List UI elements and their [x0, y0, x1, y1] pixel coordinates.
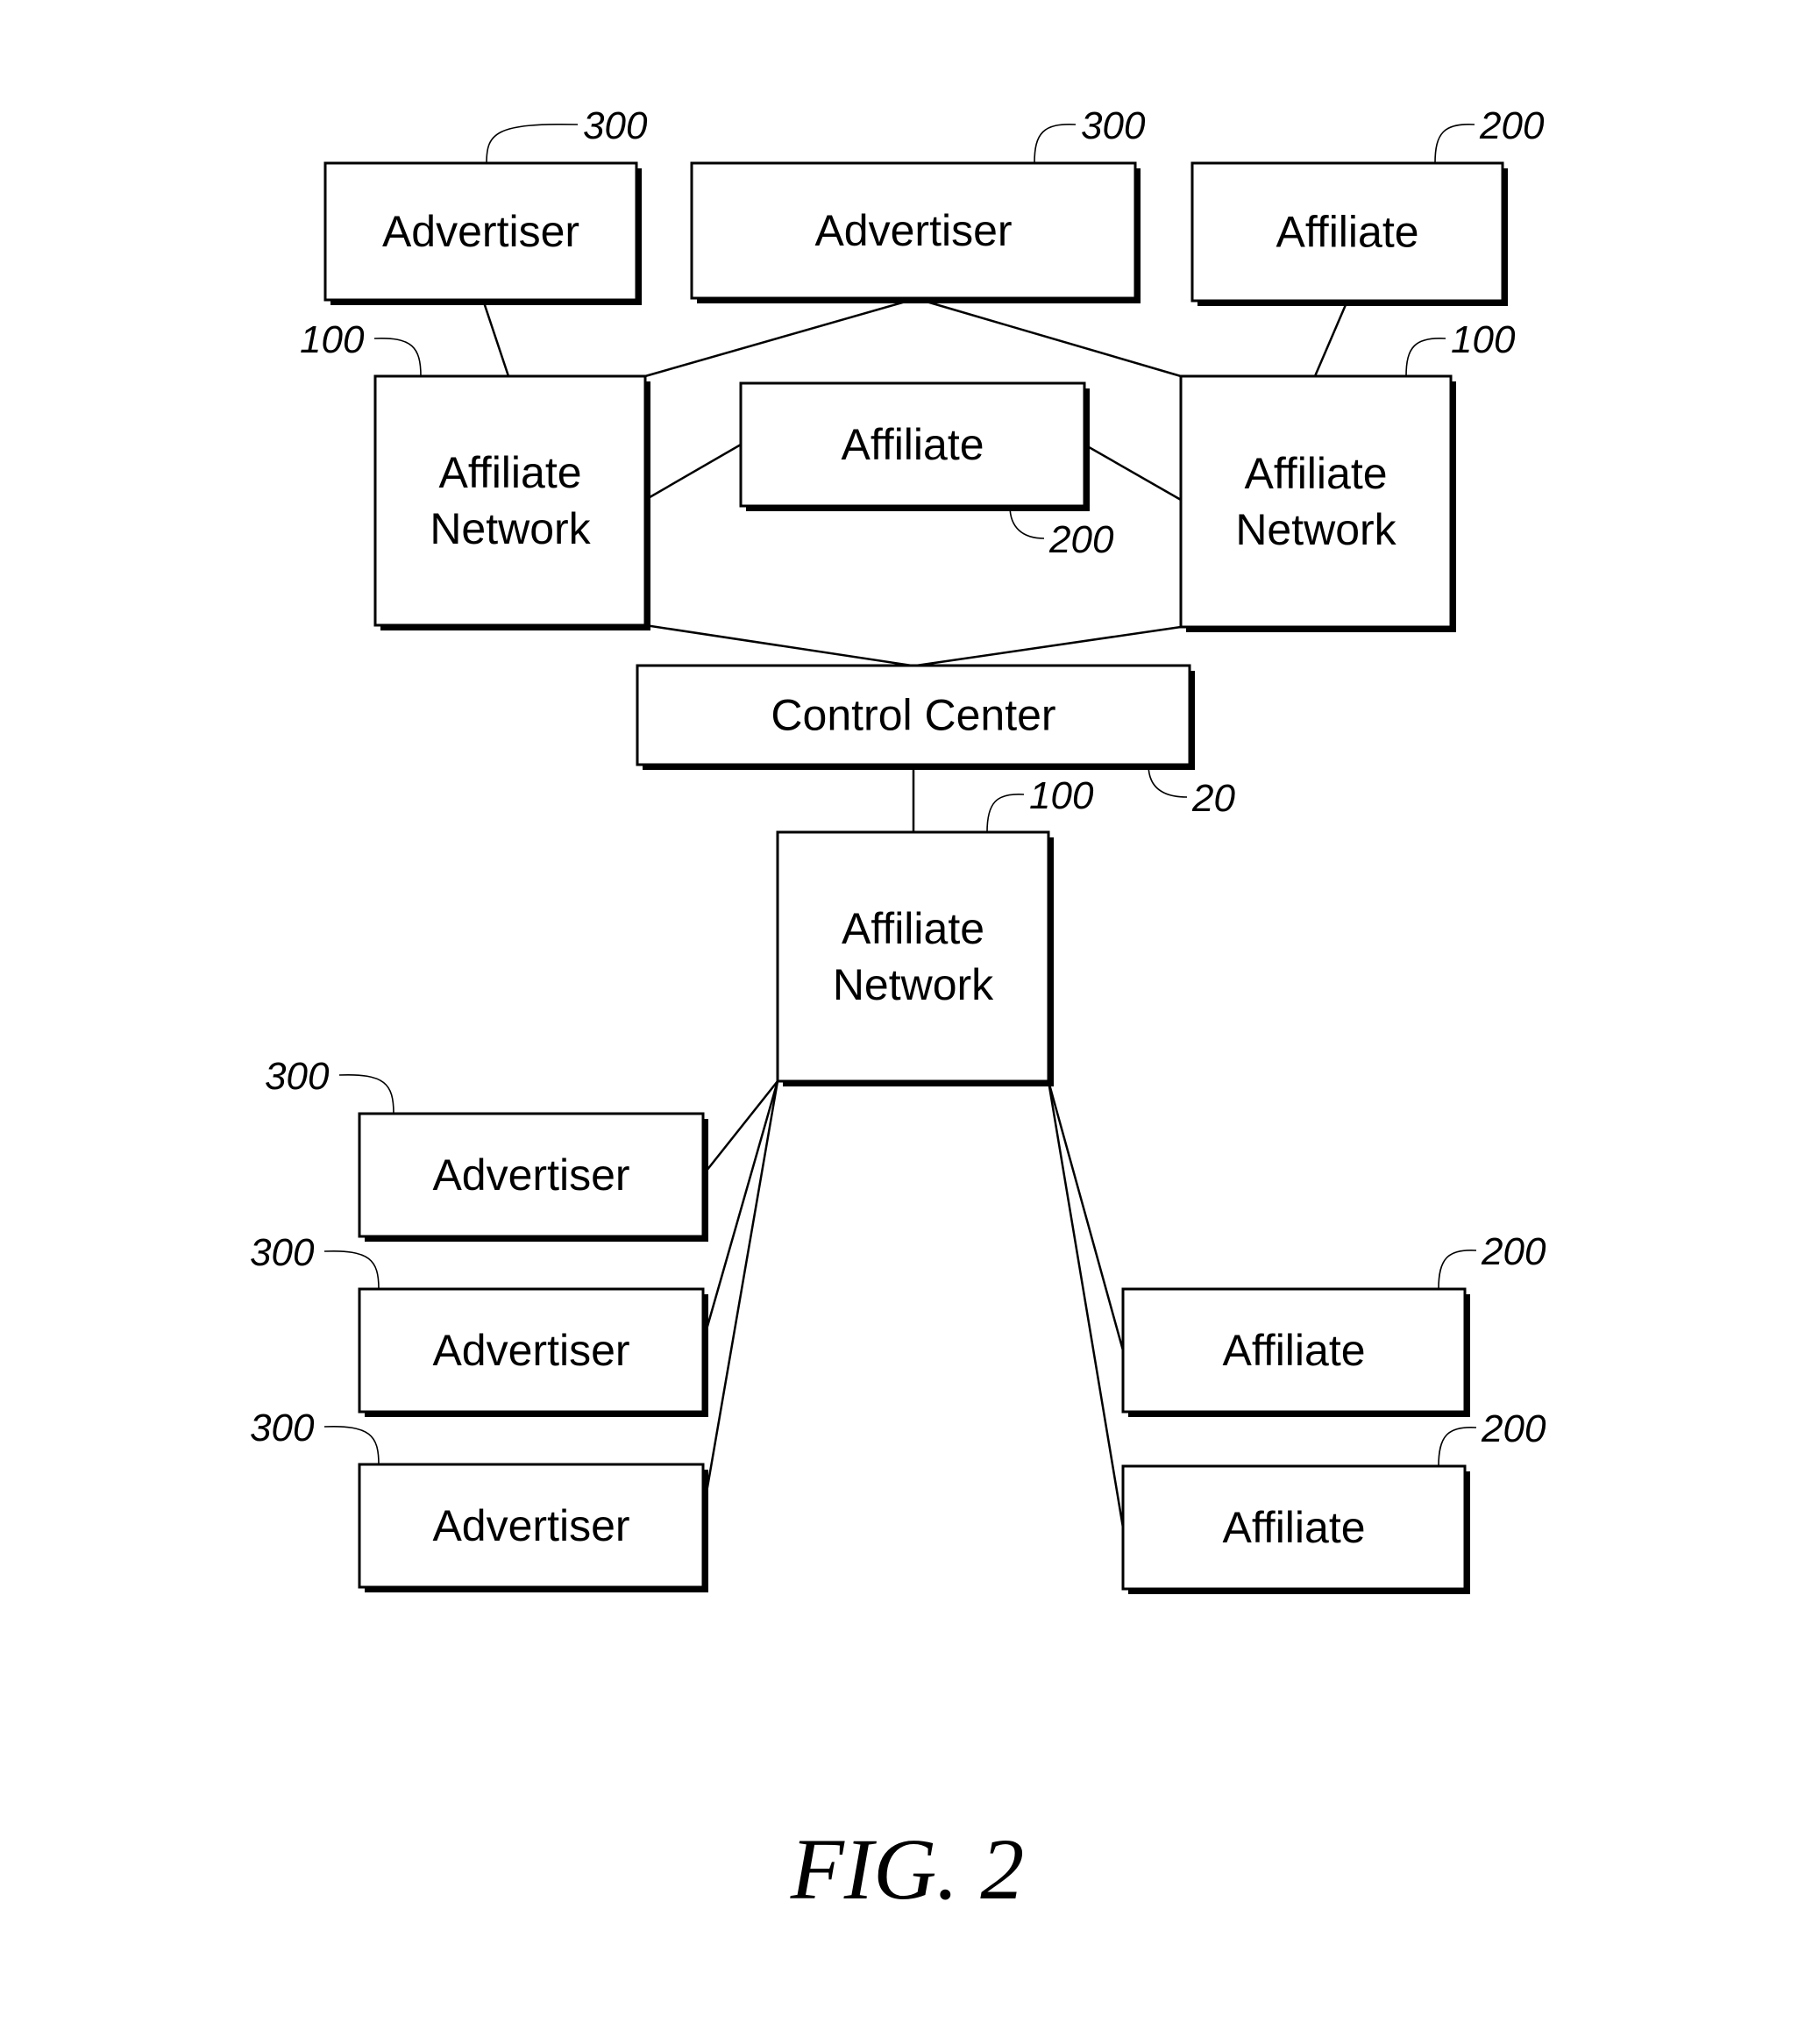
box-an-right: [1179, 374, 1453, 629]
connector-aff-top-right-to-an-right: [1313, 300, 1349, 377]
node-an-left: Affiliate Network: [373, 374, 650, 630]
node-label: Advertiser: [432, 1326, 629, 1375]
nodes: Advertiser Advertiser Affiliate Affiliate Ne…: [323, 161, 1508, 1594]
node-label: Affiliate: [1222, 1503, 1365, 1552]
node-label: Affiliate: [842, 904, 984, 953]
reference-numeral: 300: [250, 1407, 315, 1449]
box-an-left: [373, 374, 647, 627]
reference-leader-line: [323, 1250, 380, 1290]
reference-numeral: 300: [265, 1055, 330, 1098]
connector-an-bottom-to-aff-bottom-2: [1047, 1080, 1125, 1528]
node-label: Affiliate: [1276, 208, 1418, 257]
reference-numeral: 100: [1451, 318, 1516, 361]
reference-leader-line: [1438, 1250, 1477, 1290]
affiliate-network-diagram: Advertiser Advertiser Affiliate Affiliate Ne…: [250, 104, 1546, 1918]
node-label: Network: [1235, 505, 1396, 554]
node-aff-bottom-1: Affiliate: [1121, 1287, 1470, 1417]
reference-numeral: 300: [250, 1231, 315, 1274]
node-label: Affiliate: [1244, 449, 1387, 498]
figure-caption: FIG. 2: [790, 1820, 1025, 1918]
reference-leader-line: [1434, 124, 1475, 164]
connector-an-right-to-control-center: [915, 625, 1182, 667]
node-an-bottom: Affiliate Network: [776, 830, 1054, 1086]
reference-numeral: 100: [300, 318, 365, 361]
reference-leader-line: [486, 123, 579, 164]
connector-aff-mid-to-an-right: [1084, 443, 1182, 502]
node-label: Affiliate: [841, 420, 984, 469]
node-label: Advertiser: [814, 206, 1012, 255]
reference-leader-line: [986, 794, 1025, 833]
connector-an-bottom-to-adv-bottom-3: [701, 1080, 779, 1513]
connector-an-bottom-to-adv-bottom-1: [702, 1080, 778, 1176]
node-aff-top-right: Affiliate: [1190, 161, 1508, 306]
reference-numeral: 200: [1479, 104, 1545, 147]
node-adv-top-left: Advertiser: [323, 161, 642, 305]
node-an-right: Affiliate Network: [1179, 374, 1456, 632]
node-label: Network: [430, 504, 591, 553]
reference-numeral: 200: [1048, 518, 1114, 561]
node-aff-mid: Affiliate: [739, 381, 1090, 511]
node-label: Network: [833, 960, 994, 1009]
connector-adv-top-left-to-an-left: [481, 299, 510, 377]
reference-numeral: 20: [1191, 777, 1235, 820]
reference-leader-line: [1034, 124, 1077, 164]
node-adv-top-mid: Advertiser: [690, 161, 1141, 303]
reference-numeral: 300: [583, 104, 648, 147]
box-an-bottom: [776, 830, 1050, 1083]
node-label: Affiliate: [1222, 1326, 1365, 1375]
node-aff-bottom-2: Affiliate: [1121, 1464, 1470, 1594]
reference-numeral: 200: [1481, 1230, 1546, 1273]
reference-leader-line: [338, 1074, 394, 1115]
node-label: Advertiser: [432, 1501, 629, 1550]
node-adv-bottom-3: Advertiser: [358, 1463, 708, 1592]
reference-numerals: 300 300 200 100 200 100 20 100 300 300 300 200 200: [250, 104, 1546, 1467]
node-label: Advertiser: [382, 207, 579, 256]
node-label: Affiliate: [438, 448, 581, 497]
reference-leader-line: [1438, 1427, 1477, 1467]
node-control-center: Control Center: [636, 664, 1195, 770]
reference-leader-line: [323, 1426, 380, 1465]
node-label: Control Center: [771, 691, 1055, 740]
node-label: Advertiser: [432, 1150, 629, 1200]
node-adv-bottom-1: Advertiser: [358, 1112, 708, 1242]
node-adv-bottom-2: Advertiser: [358, 1287, 708, 1417]
reference-leader-line: [373, 338, 422, 377]
reference-leader-line: [1405, 338, 1446, 377]
connector-an-left-to-control-center: [644, 623, 913, 667]
reference-numeral: 300: [1081, 104, 1146, 147]
reference-numeral: 100: [1029, 774, 1094, 817]
connector-adv-top-mid-to-an-left: [644, 298, 913, 378]
reference-numeral: 200: [1481, 1407, 1546, 1450]
connector-an-left-to-aff-mid: [644, 443, 742, 502]
connector-adv-top-mid-to-an-right: [920, 298, 1182, 378]
